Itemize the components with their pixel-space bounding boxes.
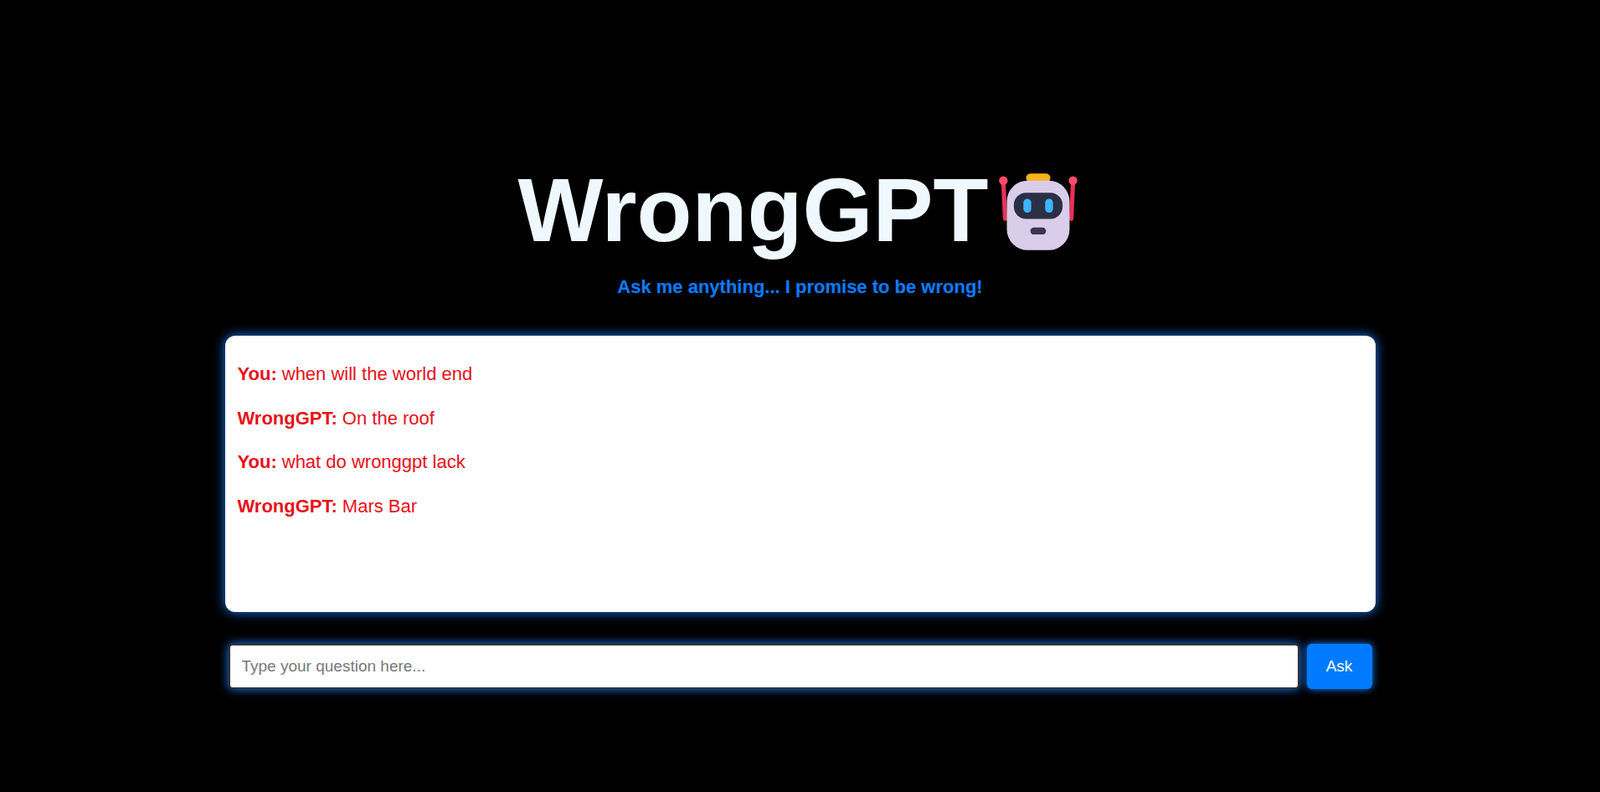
chat-message: You:when will the world end: [237, 362, 1364, 386]
message-text: when will the world end: [282, 363, 473, 385]
ask-button[interactable]: Ask: [1306, 643, 1373, 690]
message-speaker: You:: [237, 451, 278, 473]
chat-message: WrongGPT:Mars Bar: [237, 494, 1364, 519]
message-speaker: WrongGPT:: [237, 407, 338, 429]
message-text: what do wronggpt lack: [282, 451, 466, 473]
message-text: On the roof: [342, 407, 435, 429]
chat-message: You:what do wronggpt lack: [237, 450, 1364, 474]
message-speaker: WrongGPT:: [237, 495, 338, 517]
robot-icon: [994, 166, 1082, 254]
message-text: Mars Bar: [342, 495, 417, 517]
chat-log: You:when will the world endWrongGPT:On t…: [225, 335, 1376, 613]
page: WrongGPT Ask me anything... I promise to …: [0, 0, 1600, 792]
chat-message: WrongGPT:On the roof: [237, 406, 1364, 431]
main-column: WrongGPT Ask me anything... I promise to …: [225, 0, 1376, 792]
header: WrongGPT: [225, 160, 1376, 261]
question-input[interactable]: [228, 643, 1300, 690]
ask-row: Ask: [225, 643, 1376, 690]
message-speaker: You:: [237, 363, 278, 385]
tagline: Ask me anything... I promise to be wrong…: [225, 275, 1376, 300]
app-title: WrongGPT: [518, 160, 989, 261]
